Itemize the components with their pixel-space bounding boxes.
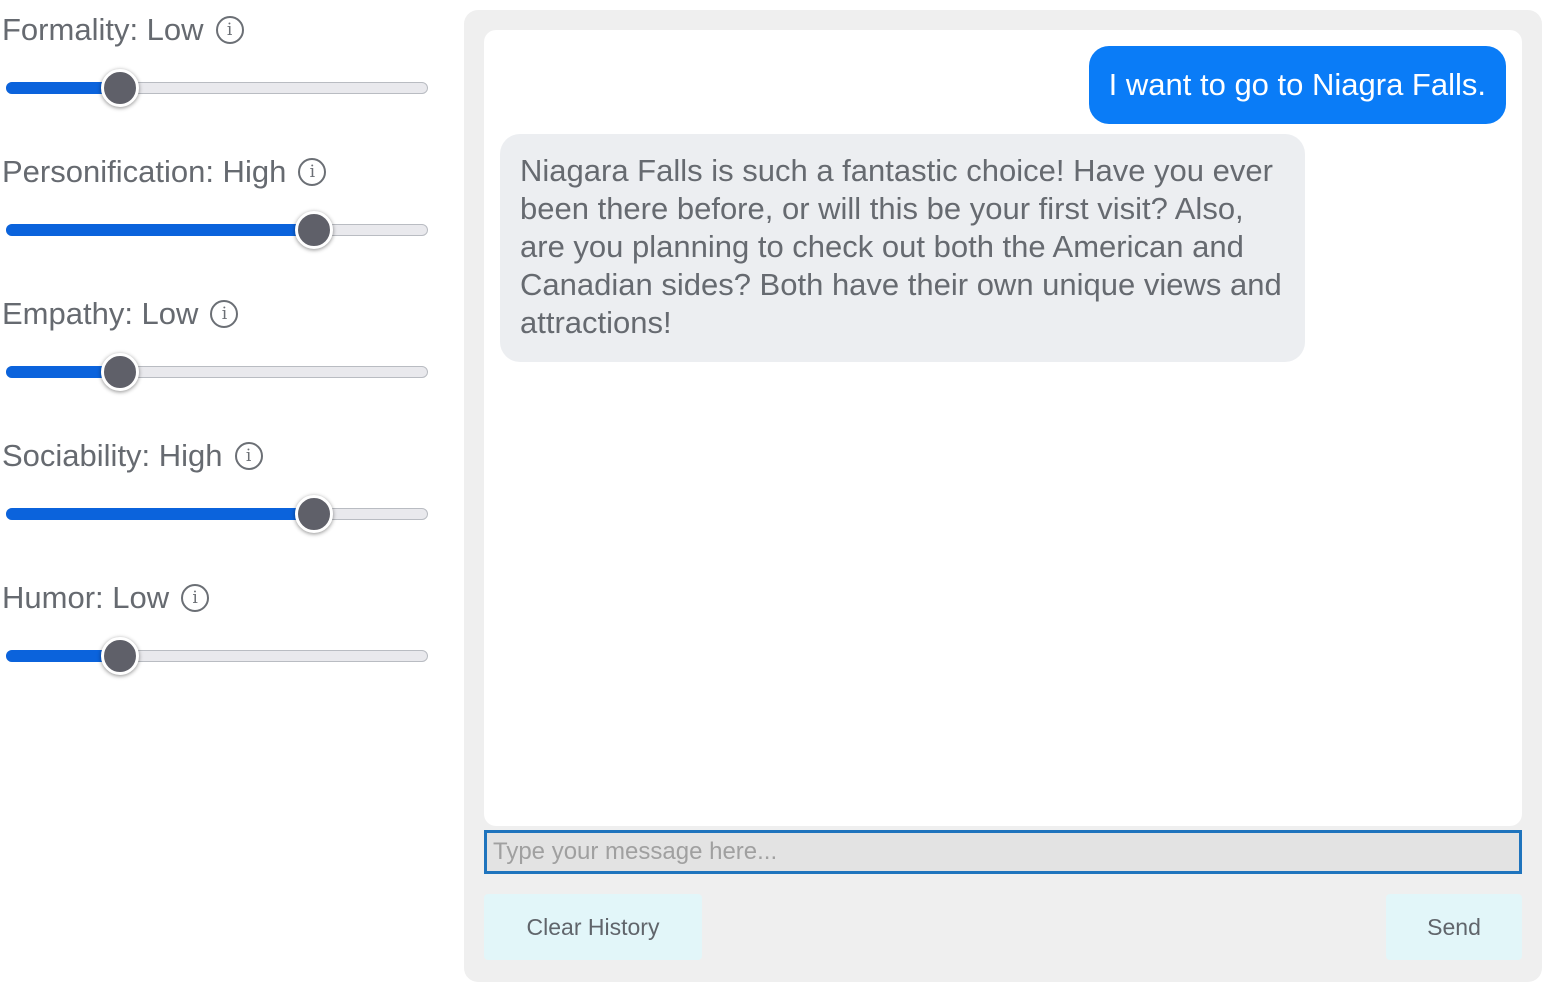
personification-slider[interactable] (6, 211, 428, 249)
empathy-label: Empathy: Low (2, 296, 199, 331)
sociability-label: Sociability: High (2, 438, 223, 473)
sociability-label-row: Sociability: High i (2, 436, 263, 476)
message-list[interactable]: I want to go to Niagra Falls. Niagara Fa… (484, 30, 1522, 826)
humor-label: Humor: Low (2, 580, 170, 615)
empathy-slider[interactable] (6, 353, 428, 391)
formality-label: Formality: Low (2, 12, 204, 47)
slider-thumb[interactable] (100, 353, 139, 391)
slider-thumb[interactable] (100, 637, 139, 675)
sociability-control: Sociability: High i (0, 426, 440, 568)
info-icon[interactable]: i (298, 158, 327, 186)
user-message-bubble: I want to go to Niagra Falls. (1088, 46, 1506, 124)
humor-label-row: Humor: Low i (2, 578, 210, 618)
personification-label-row: Personification: High i (2, 152, 327, 192)
message-input[interactable] (484, 830, 1522, 874)
formality-label-row: Formality: Low i (2, 10, 244, 50)
info-icon[interactable]: i (181, 584, 210, 612)
empathy-control: Empathy: Low i (0, 284, 440, 426)
humor-control: Humor: Low i (0, 568, 440, 710)
personification-control: Personification: High i (0, 142, 440, 284)
send-button[interactable]: Send (1386, 894, 1522, 960)
formality-control: Formality: Low i (0, 0, 440, 142)
slider-fill (6, 224, 315, 236)
info-icon[interactable]: i (215, 16, 244, 44)
slider-fill (6, 508, 315, 520)
empathy-label-row: Empathy: Low i (2, 294, 239, 334)
formality-slider[interactable] (6, 69, 428, 107)
info-icon[interactable]: i (210, 300, 239, 328)
slider-thumb[interactable] (295, 495, 334, 533)
app-root: Formality: Low i Personification: High i (0, 0, 1546, 992)
slider-thumb[interactable] (100, 69, 139, 107)
assistant-message-bubble: Niagara Falls is such a fantastic choice… (500, 134, 1305, 362)
personification-label: Personification: High (2, 154, 287, 189)
info-icon[interactable]: i (234, 442, 263, 470)
slider-thumb[interactable] (295, 211, 334, 249)
clear-history-button[interactable]: Clear History (484, 894, 702, 960)
chat-panel: I want to go to Niagra Falls. Niagara Fa… (464, 10, 1542, 982)
humor-slider[interactable] (6, 637, 428, 675)
sociability-slider[interactable] (6, 495, 428, 533)
